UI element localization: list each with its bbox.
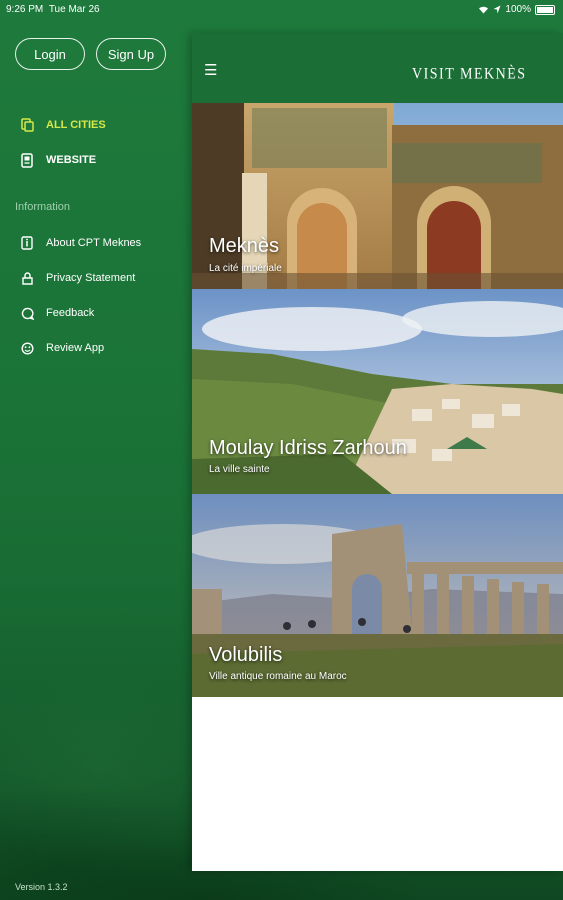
signup-button[interactable]: Sign Up xyxy=(96,38,166,70)
city-card-moulay-idriss[interactable]: Moulay Idriss Zarhoun La ville sainte xyxy=(192,289,563,494)
nav-item-all-cities[interactable]: ALL CITIES xyxy=(20,115,106,135)
hamburger-icon[interactable]: ☰ xyxy=(204,61,217,79)
status-time: 9:26 PM Tue Mar 26 xyxy=(6,4,100,15)
wifi-icon xyxy=(478,5,489,14)
city-subtitle: La cité impériale xyxy=(209,263,282,274)
nav-item-about[interactable]: About CPT Meknes xyxy=(20,233,141,253)
main-panel: ☰ VISIT MEKNÈS Meknès La cité impériale xyxy=(192,33,563,871)
review-icon xyxy=(20,341,34,355)
nav-item-privacy[interactable]: Privacy Statement xyxy=(20,268,141,288)
cities-icon xyxy=(20,118,34,132)
website-icon xyxy=(20,152,34,168)
feedback-icon xyxy=(20,306,34,320)
city-card-volubilis[interactable]: Volubilis Ville antique romaine au Maroc xyxy=(192,494,563,697)
nav-item-feedback[interactable]: Feedback xyxy=(20,303,141,323)
app-title: VISIT MEKNÈS xyxy=(412,66,527,83)
battery-icon xyxy=(535,4,555,15)
location-icon xyxy=(493,5,501,14)
status-bar: 9:26 PM Tue Mar 26 100% xyxy=(0,0,563,20)
section-title-information: Information xyxy=(15,201,71,213)
login-button[interactable]: Login xyxy=(15,38,85,70)
auth-buttons: Login Sign Up xyxy=(15,38,166,70)
city-name: Moulay Idriss Zarhoun xyxy=(209,437,407,459)
meknes-image xyxy=(192,103,563,289)
nav-item-review[interactable]: Review App xyxy=(20,338,141,358)
city-name: Volubilis xyxy=(209,644,283,666)
privacy-icon xyxy=(20,271,34,285)
city-card-meknes[interactable]: Meknès La cité impériale xyxy=(192,103,563,289)
about-icon xyxy=(20,236,34,250)
nav-item-website[interactable]: WEBSITE xyxy=(20,150,106,170)
city-subtitle: Ville antique romaine au Maroc xyxy=(209,671,347,682)
nav-main: ALL CITIES WEBSITE xyxy=(20,115,106,170)
city-name: Meknès xyxy=(209,235,280,257)
city-subtitle: La ville sainte xyxy=(209,464,270,475)
app-header: ☰ VISIT MEKNÈS xyxy=(192,33,563,103)
nav-info: About CPT Meknes Privacy Statement Feedb… xyxy=(20,233,141,358)
battery-percent: 100% xyxy=(505,4,531,15)
version-label: Version 1.3.2 xyxy=(15,882,68,892)
